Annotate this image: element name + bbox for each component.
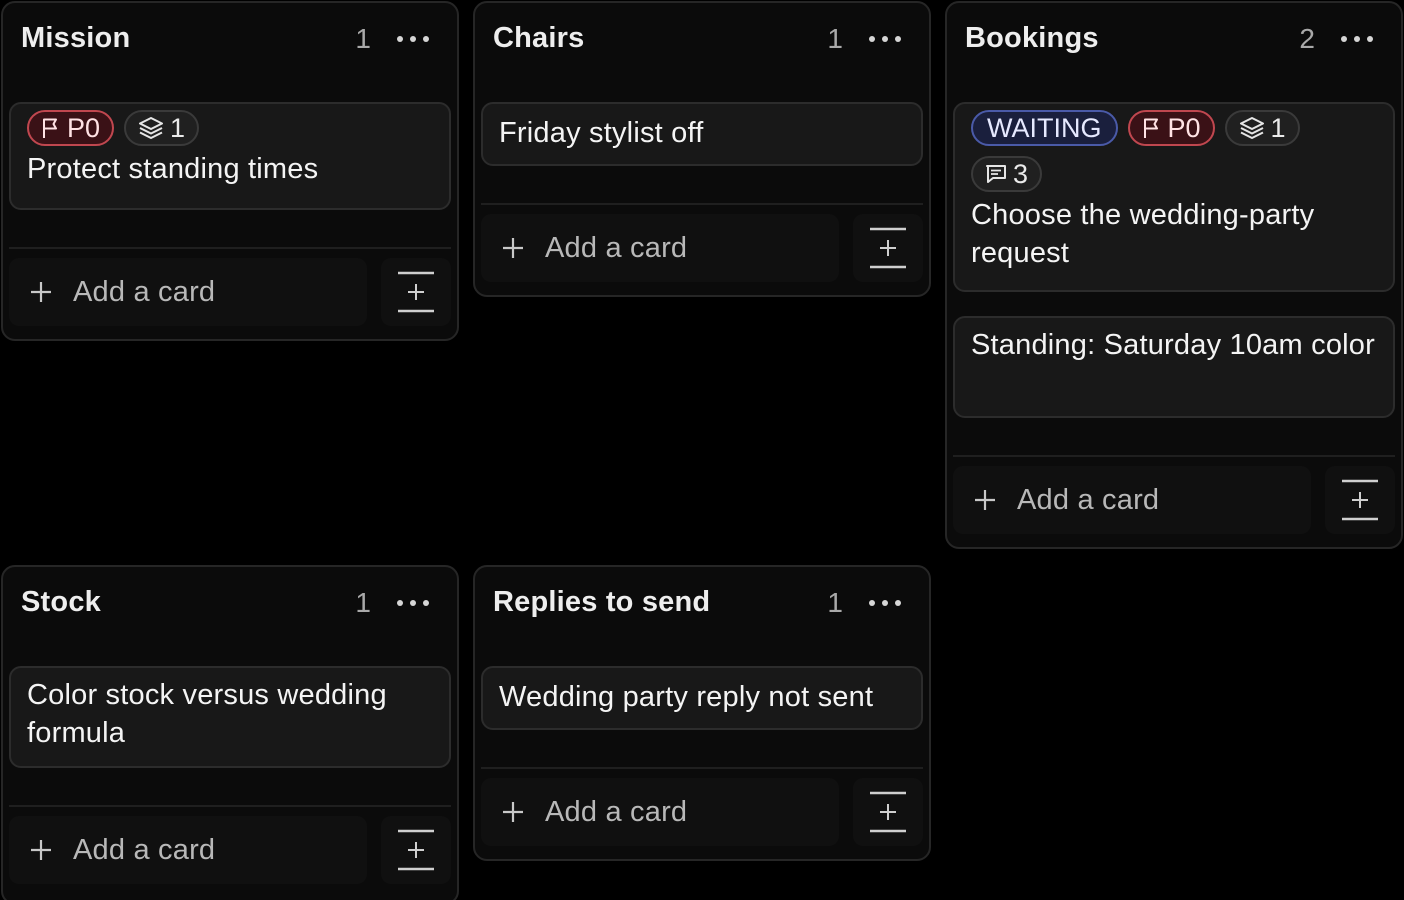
comment-count-badge: 3 [971, 156, 1043, 192]
column-title: Stock [21, 586, 101, 618]
add-card-button[interactable]: Add a card [953, 466, 1311, 534]
card-title: Wedding party reply not sent [499, 681, 874, 713]
add-card-button[interactable]: Add a card [481, 778, 839, 846]
column-title: Bookings [965, 22, 1099, 54]
add-card-button[interactable]: Add a card [9, 816, 367, 884]
add-card-button[interactable]: Add a card [9, 258, 367, 326]
add-card-label: Add a card [1017, 484, 1160, 516]
plus-icon [501, 800, 525, 829]
priority-badge: P0 [27, 110, 115, 146]
subtask-count-badge: 1 [1224, 110, 1300, 146]
card-choose-wedding-party-request[interactable]: WAITING P0 1 3 Choose the wedding-party … [953, 102, 1395, 292]
column-chairs: Chairs 1 Friday stylist off Add a card [473, 1, 931, 297]
add-card-label: Add a card [73, 834, 216, 866]
card-chips: WAITING P0 1 3 [971, 110, 1331, 192]
add-card-label: Add a card [545, 232, 688, 264]
card-friday-stylist-off[interactable]: Friday stylist off [481, 102, 923, 166]
more-horizontal-icon[interactable] [397, 33, 429, 45]
column-header: Replies to send 1 [475, 567, 929, 641]
column-card-count: 1 [355, 23, 371, 54]
card-title: Color stock versus wedding formula [27, 679, 387, 749]
card-title: Standing: Saturday 10am color [971, 329, 1375, 361]
more-horizontal-icon[interactable] [397, 597, 429, 609]
plus-icon [29, 280, 53, 309]
more-horizontal-icon[interactable] [869, 33, 901, 45]
add-from-template-button[interactable] [853, 214, 923, 282]
add-card-label: Add a card [73, 276, 216, 308]
card-title: Choose the wedding-party request [971, 199, 1315, 269]
card-title: Friday stylist off [499, 117, 704, 149]
flag-icon [1142, 117, 1162, 139]
column-card-count: 2 [1299, 23, 1315, 54]
add-from-template-button[interactable] [853, 778, 923, 846]
plus-icon [29, 838, 53, 867]
add-card-label: Add a card [545, 796, 688, 828]
comment-count: 3 [1013, 158, 1029, 189]
card-wedding-party-reply-not-sent[interactable]: Wedding party reply not sent [481, 666, 923, 730]
subtask-count: 1 [170, 112, 186, 143]
column-card-count: 1 [827, 23, 843, 54]
column-card-count: 1 [827, 587, 843, 618]
subtask-count-badge: 1 [124, 110, 200, 146]
column-header: Stock 1 [3, 567, 457, 641]
column-stock: Stock 1 Color stock versus wedding formu… [1, 565, 459, 900]
column-bookings: Bookings 2 WAITING P0 1 3 Choose the wed… [945, 1, 1403, 549]
add-from-template-button[interactable] [1325, 466, 1395, 534]
card-color-stock-versus-wedding-formula[interactable]: Color stock versus wedding formula [9, 666, 451, 768]
plus-icon [973, 488, 997, 517]
more-horizontal-icon[interactable] [869, 597, 901, 609]
subtask-count: 1 [1270, 112, 1286, 143]
comment-icon [985, 163, 1007, 185]
column-mission: Mission 1 P0 1 Protect standing times Ad… [1, 1, 459, 341]
add-from-template-button[interactable] [381, 816, 451, 884]
column-card-count: 1 [355, 587, 371, 618]
status-badge: WAITING [971, 110, 1118, 146]
layers-icon [1239, 116, 1265, 140]
card-chips: P0 1 [27, 110, 433, 146]
add-from-template-button[interactable] [381, 258, 451, 326]
plus-icon [501, 236, 525, 265]
divider [481, 767, 923, 769]
column-title: Mission [21, 22, 131, 54]
priority-label: P0 [67, 112, 101, 143]
kanban-board: Mission 1 P0 1 Protect standing times Ad… [0, 0, 1404, 900]
column-header: Chairs 1 [475, 3, 929, 77]
column-title: Replies to send [493, 586, 711, 618]
divider [9, 805, 451, 807]
more-horizontal-icon[interactable] [1341, 33, 1373, 45]
priority-badge: P0 [1127, 110, 1215, 146]
divider [9, 247, 451, 249]
card-standing-saturday-color[interactable]: Standing: Saturday 10am color [953, 316, 1395, 418]
divider [481, 203, 923, 205]
column-header: Mission 1 [3, 3, 457, 77]
priority-label: P0 [1167, 112, 1201, 143]
card-protect-standing-times[interactable]: P0 1 Protect standing times [9, 102, 451, 210]
column-title: Chairs [493, 22, 585, 54]
card-title: Protect standing times [27, 153, 319, 185]
flag-icon [41, 117, 61, 139]
column-header: Bookings 2 [947, 3, 1401, 77]
divider [953, 455, 1395, 457]
layers-icon [138, 116, 164, 140]
add-card-button[interactable]: Add a card [481, 214, 839, 282]
column-replies-to-send: Replies to send 1 Wedding party reply no… [473, 565, 931, 861]
